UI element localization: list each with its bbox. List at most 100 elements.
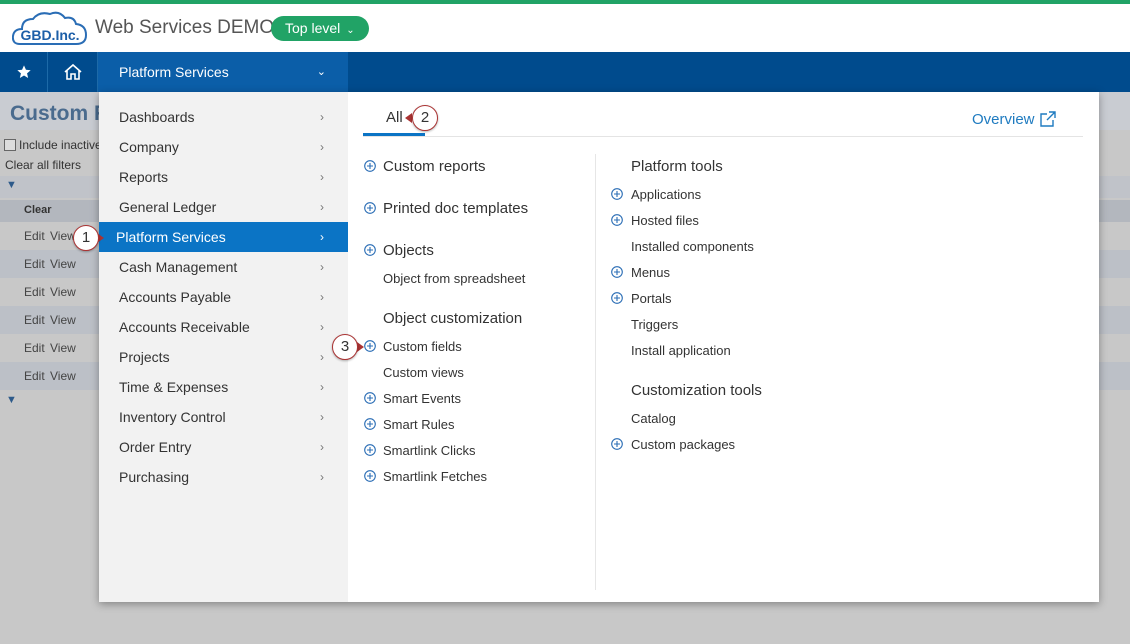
plus-circle-icon[interactable]: [364, 392, 376, 404]
category-inventory-control[interactable]: Inventory Control ›: [99, 402, 348, 432]
category-label: General Ledger: [119, 199, 217, 215]
edit-link[interactable]: Edit: [24, 285, 45, 299]
category-label: Order Entry: [119, 439, 192, 455]
custom-fields-link[interactable]: Custom fields: [383, 339, 462, 354]
checkbox-box[interactable]: [4, 139, 16, 151]
column-divider: [595, 154, 596, 590]
triggers-link[interactable]: Triggers: [631, 317, 678, 332]
external-link-icon: [1039, 111, 1056, 127]
nav-menu-label: Platform Services: [119, 64, 229, 80]
chevron-right-icon: ›: [320, 380, 324, 394]
platform-tools-heading: Platform tools: [631, 158, 723, 175]
chevron-right-icon: ›: [320, 350, 324, 364]
view-link[interactable]: View: [50, 285, 76, 299]
include-inactive-checkbox[interactable]: Include inactive: [4, 138, 102, 152]
platform-services-menu[interactable]: Platform Services ⌄: [98, 52, 348, 92]
smart-rules-link[interactable]: Smart Rules: [383, 417, 455, 432]
category-dashboards[interactable]: Dashboards ›: [99, 102, 348, 132]
objects-link[interactable]: Objects: [383, 242, 434, 259]
category-label: Inventory Control: [119, 409, 226, 425]
category-label: Accounts Payable: [119, 289, 232, 305]
smart-events-link[interactable]: Smart Events: [383, 391, 461, 406]
category-label: Cash Management: [119, 259, 238, 275]
triangle-down-icon[interactable]: ▼: [6, 179, 17, 191]
smartlink-clicks-link[interactable]: Smartlink Clicks: [383, 443, 475, 458]
category-projects[interactable]: Projects ›: [99, 342, 348, 372]
category-accounts-payable[interactable]: Accounts Payable ›: [99, 282, 348, 312]
catalog-link[interactable]: Catalog: [631, 411, 676, 426]
view-link[interactable]: View: [50, 341, 76, 355]
object-customization-heading: Object customization: [383, 310, 523, 327]
view-link[interactable]: View: [50, 369, 76, 383]
category-purchasing[interactable]: Purchasing ›: [99, 462, 348, 492]
plus-circle-icon[interactable]: [364, 244, 376, 256]
edit-link[interactable]: Edit: [24, 229, 45, 243]
star-icon: [16, 65, 31, 78]
home-button[interactable]: [48, 52, 98, 92]
chevron-down-icon: ⌄: [346, 25, 355, 36]
category-platform-services[interactable]: Platform Services ›: [99, 222, 348, 252]
chevron-right-icon: ›: [320, 470, 324, 484]
edit-link[interactable]: Edit: [24, 341, 45, 355]
object-from-spreadsheet-link[interactable]: Object from spreadsheet: [383, 271, 525, 286]
custom-views-link[interactable]: Custom views: [383, 365, 464, 380]
navbar: Platform Services ⌄: [0, 52, 1130, 92]
category-label: Accounts Receivable: [119, 319, 250, 335]
plus-circle-icon[interactable]: [611, 188, 623, 200]
triangle-down-icon[interactable]: ▼: [6, 394, 17, 406]
favorites-button[interactable]: [0, 52, 48, 92]
clear-all-filters-link[interactable]: Clear all filters: [5, 158, 81, 172]
portals-link[interactable]: Portals: [631, 291, 671, 306]
install-application-link[interactable]: Install application: [631, 343, 731, 358]
plus-circle-icon[interactable]: [611, 214, 623, 226]
company-logo[interactable]: GBD.Inc.: [11, 10, 88, 50]
smartlink-fetches-link[interactable]: Smartlink Fetches: [383, 469, 487, 484]
plus-circle-icon[interactable]: [611, 292, 623, 304]
chevron-right-icon: ›: [320, 170, 324, 184]
plus-circle-icon[interactable]: [364, 470, 376, 482]
applications-link[interactable]: Applications: [631, 187, 701, 202]
plus-circle-icon[interactable]: [364, 444, 376, 456]
hosted-files-link[interactable]: Hosted files: [631, 213, 699, 228]
logo-text: GBD.Inc.: [20, 27, 79, 43]
overview-link[interactable]: Overview: [972, 110, 1057, 128]
plus-circle-icon[interactable]: [611, 266, 623, 278]
chevron-down-icon: ⌄: [316, 66, 326, 78]
tab-all[interactable]: All: [386, 109, 403, 126]
menus-link[interactable]: Menus: [631, 265, 670, 280]
view-link[interactable]: View: [50, 229, 76, 243]
plus-circle-icon[interactable]: [611, 438, 623, 450]
custom-packages-link[interactable]: Custom packages: [631, 437, 735, 452]
category-reports[interactable]: Reports ›: [99, 162, 348, 192]
category-order-entry[interactable]: Order Entry ›: [99, 432, 348, 462]
view-link[interactable]: View: [50, 257, 76, 271]
installed-components-link[interactable]: Installed components: [631, 239, 754, 254]
edit-link[interactable]: Edit: [24, 257, 45, 271]
include-inactive-label: Include inactive: [19, 138, 102, 152]
custom-reports-link[interactable]: Custom reports: [383, 158, 486, 175]
plus-circle-icon[interactable]: [364, 340, 376, 352]
edit-link[interactable]: Edit: [24, 313, 45, 327]
edit-link[interactable]: Edit: [24, 369, 45, 383]
category-time-expenses[interactable]: Time & Expenses ›: [99, 372, 348, 402]
plus-circle-icon[interactable]: [364, 418, 376, 430]
top-level-button[interactable]: Top level ⌄: [271, 16, 369, 41]
step-badge-2: 2: [412, 105, 438, 131]
clear-column-header[interactable]: Clear: [24, 204, 52, 216]
category-accounts-receivable[interactable]: Accounts Receivable ›: [99, 312, 348, 342]
category-company[interactable]: Company ›: [99, 132, 348, 162]
category-general-ledger[interactable]: General Ledger ›: [99, 192, 348, 222]
chevron-right-icon: ›: [320, 260, 324, 274]
view-link[interactable]: View: [50, 313, 76, 327]
category-label: Purchasing: [119, 469, 190, 485]
tab-divider: [363, 136, 1083, 137]
printed-doc-templates-link[interactable]: Printed doc templates: [383, 200, 528, 217]
chevron-right-icon: ›: [320, 200, 324, 214]
plus-circle-icon[interactable]: [364, 160, 376, 172]
top-level-label: Top level: [285, 20, 341, 36]
step-badge-3: 3: [332, 334, 358, 360]
category-label: Time & Expenses: [119, 379, 229, 395]
plus-circle-icon[interactable]: [364, 202, 376, 214]
category-cash-management[interactable]: Cash Management ›: [99, 252, 348, 282]
callout-pointer: [405, 113, 412, 123]
